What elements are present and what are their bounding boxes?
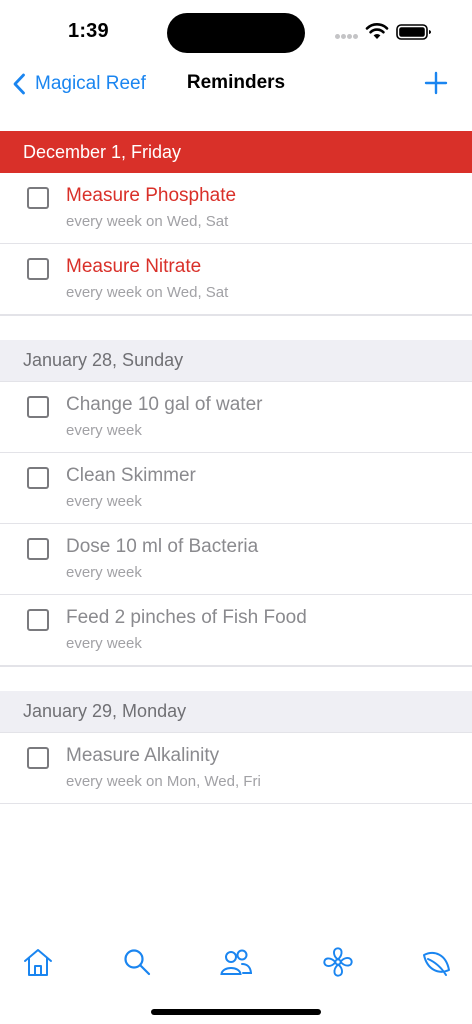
reminder-row[interactable]: Dose 10 ml of Bacteria every week bbox=[0, 524, 472, 595]
section-date: January 29, Monday bbox=[23, 701, 187, 721]
reminder-row[interactable]: Measure Phosphate every week on Wed, Sat bbox=[0, 173, 472, 244]
page-title: Reminders bbox=[186, 72, 286, 93]
wifi-icon bbox=[365, 22, 389, 39]
people-icon[interactable] bbox=[220, 946, 252, 978]
dynamic-island bbox=[167, 13, 305, 53]
reminder-row[interactable]: Measure Alkalinity every week on Mon, We… bbox=[0, 733, 472, 804]
status-time: 1:39 bbox=[68, 20, 109, 42]
complete-checkbox[interactable] bbox=[27, 747, 49, 769]
reminder-schedule: every week bbox=[66, 422, 142, 439]
tab-bar bbox=[0, 940, 472, 984]
reminder-title: Feed 2 pinches of Fish Food bbox=[66, 607, 307, 628]
complete-checkbox[interactable] bbox=[27, 396, 49, 418]
complete-checkbox[interactable] bbox=[27, 258, 49, 280]
complete-checkbox[interactable] bbox=[27, 467, 49, 489]
reminder-schedule: every week on Wed, Sat bbox=[66, 213, 229, 230]
reminder-title: Measure Nitrate bbox=[66, 256, 202, 277]
reminder-row[interactable]: Feed 2 pinches of Fish Food every week bbox=[0, 595, 472, 666]
reminder-title: Change 10 gal of water bbox=[66, 394, 263, 415]
home-indicator bbox=[151, 1009, 321, 1015]
reminder-schedule: every week bbox=[66, 635, 142, 652]
reminder-title: Dose 10 ml of Bacteria bbox=[66, 536, 259, 557]
section-separator bbox=[0, 666, 472, 691]
reminder-schedule: every week on Mon, Wed, Fri bbox=[66, 773, 261, 790]
reminder-title: Measure Alkalinity bbox=[66, 745, 220, 766]
status-bar: 1:39 bbox=[0, 0, 472, 62]
fan-icon[interactable] bbox=[322, 946, 354, 978]
home-icon[interactable] bbox=[22, 946, 54, 978]
complete-checkbox[interactable] bbox=[27, 609, 49, 631]
section-date: January 28, Sunday bbox=[23, 350, 184, 370]
battery-icon bbox=[396, 24, 431, 40]
reminder-row[interactable]: Measure Nitrate every week on Wed, Sat bbox=[0, 244, 472, 315]
reminder-row[interactable]: Change 10 gal of water every week bbox=[0, 382, 472, 453]
section-header: January 28, Sunday bbox=[0, 340, 472, 382]
reminder-title: Measure Phosphate bbox=[66, 185, 237, 206]
section-date: December 1, Friday bbox=[23, 141, 182, 162]
section-header: January 29, Monday bbox=[0, 691, 472, 733]
cellular-signal-icon bbox=[335, 34, 359, 40]
section-separator bbox=[0, 315, 472, 340]
reminder-schedule: every week bbox=[66, 493, 142, 510]
reminder-schedule: every week bbox=[66, 564, 142, 581]
reminder-row[interactable]: Clean Skimmer every week bbox=[0, 453, 472, 524]
section-header-overdue: December 1, Friday bbox=[0, 131, 472, 173]
reminder-list: December 1, Friday Measure Phosphate eve… bbox=[0, 131, 472, 804]
reminder-schedule: every week on Wed, Sat bbox=[66, 284, 229, 301]
reminder-title: Clean Skimmer bbox=[66, 465, 196, 486]
leaf-icon[interactable] bbox=[420, 946, 452, 978]
add-reminder-button[interactable] bbox=[424, 71, 448, 95]
complete-checkbox[interactable] bbox=[27, 538, 49, 560]
search-icon[interactable] bbox=[121, 946, 153, 978]
complete-checkbox[interactable] bbox=[27, 187, 49, 209]
